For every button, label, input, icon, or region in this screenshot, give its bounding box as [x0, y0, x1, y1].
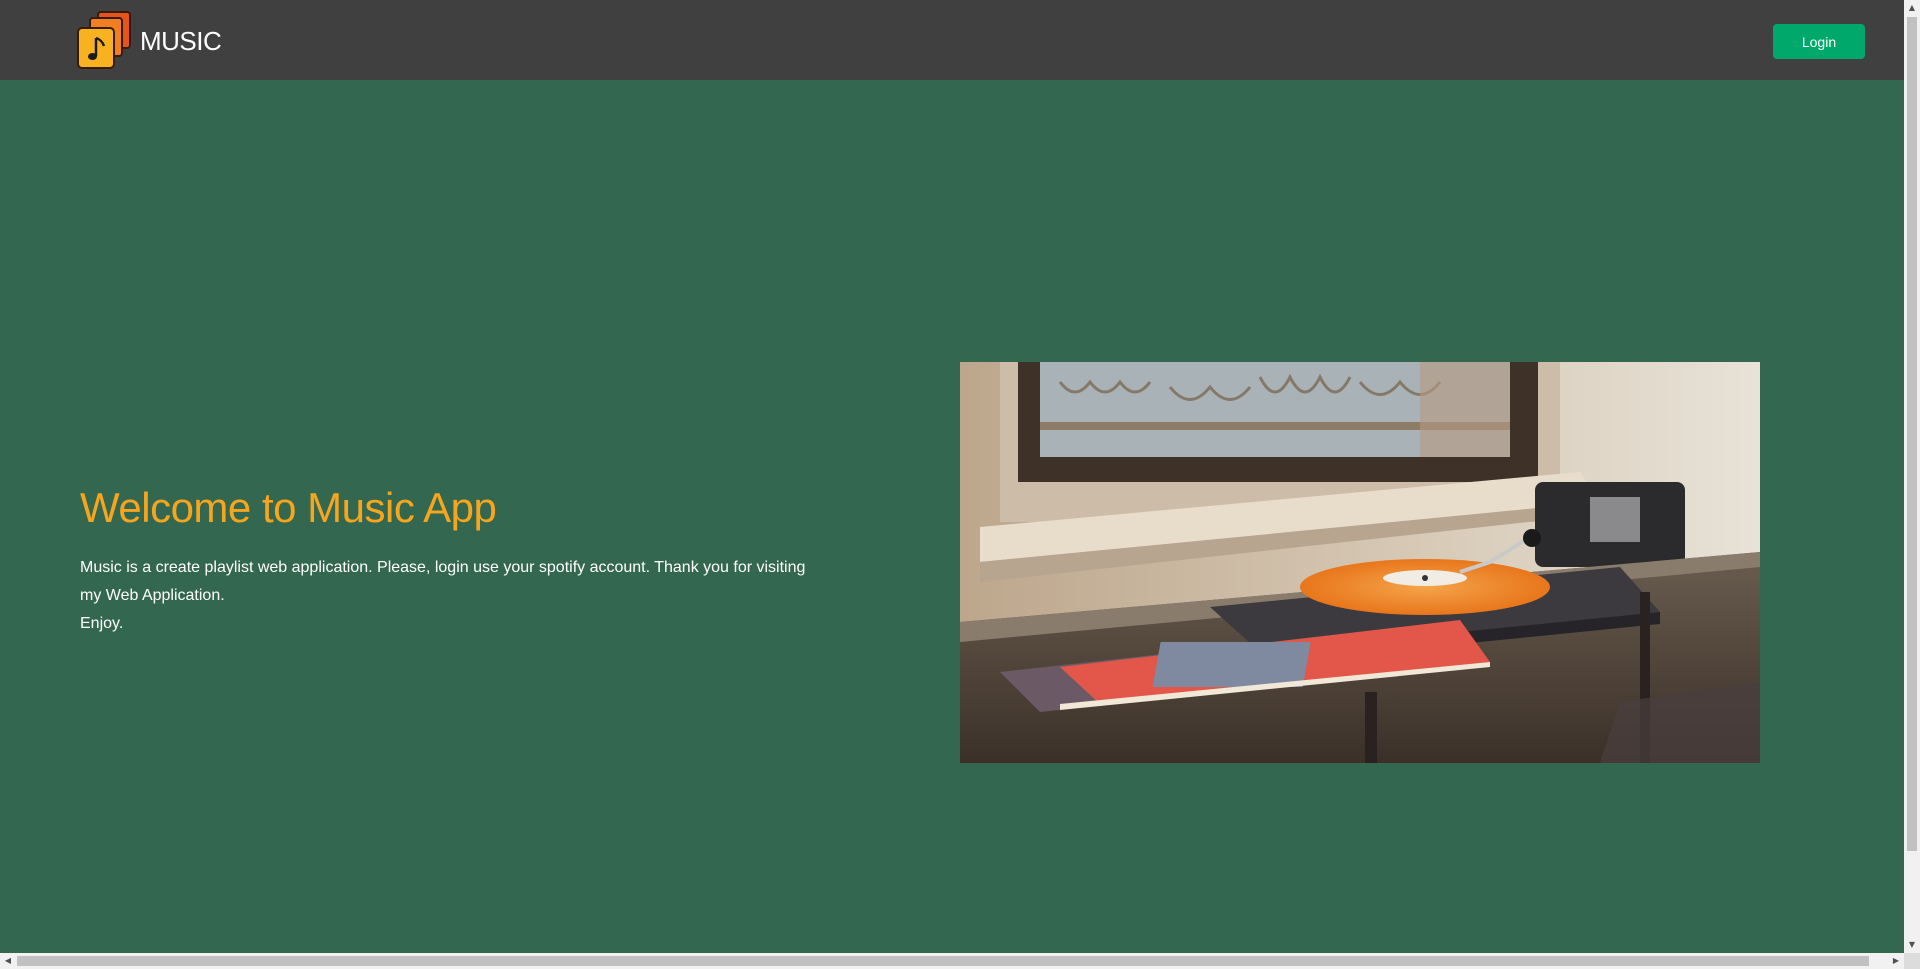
- hero-description: Music is a create playlist web applicati…: [80, 554, 820, 638]
- brand-name: MUSIC: [140, 25, 222, 56]
- hero-title: Welcome to Music App: [80, 484, 497, 531]
- vertical-scrollbar[interactable]: ▲ ▼: [1904, 0, 1920, 953]
- horizontal-scrollbar[interactable]: ◀ ▶: [0, 953, 1904, 969]
- horizontal-scroll-thumb[interactable]: [17, 956, 1869, 966]
- login-button[interactable]: Login: [1773, 24, 1865, 59]
- chevron-down-icon[interactable]: ▼: [1904, 937, 1920, 953]
- chevron-up-icon[interactable]: ▲: [1904, 0, 1920, 16]
- hero-enjoy-text: Enjoy.: [80, 615, 124, 632]
- hero-text-block: Welcome to Music App Music is a create p…: [80, 484, 820, 638]
- chevron-left-icon[interactable]: ◀: [0, 953, 16, 969]
- vertical-scroll-thumb[interactable]: [1907, 17, 1917, 851]
- hero-description-text: Music is a create playlist web applicati…: [80, 559, 806, 604]
- brand[interactable]: MUSIC: [74, 10, 222, 72]
- top-navbar: MUSIC Login: [0, 0, 1904, 80]
- music-logo-icon: [74, 10, 136, 72]
- scrollbar-corner: [1904, 953, 1920, 969]
- turntable-photo: [960, 362, 1760, 763]
- chevron-right-icon[interactable]: ▶: [1888, 953, 1904, 969]
